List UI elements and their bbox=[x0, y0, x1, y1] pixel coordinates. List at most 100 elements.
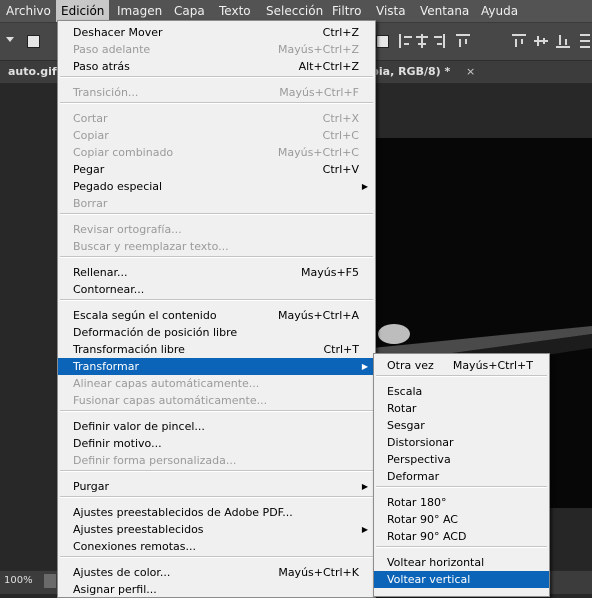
tool-preset-dropdown[interactable] bbox=[6, 37, 14, 42]
menu-item-label: Pegado especial bbox=[73, 180, 163, 193]
menu-vista[interactable]: Vista bbox=[371, 0, 411, 22]
submenu-item-rotar-90-acd[interactable]: Rotar 90° ACD bbox=[374, 528, 549, 545]
menu-item-fusionar-capas-automaticamente: Fusionar capas automáticamente... bbox=[58, 392, 375, 409]
submenu-item-label: Voltear horizontal bbox=[387, 556, 485, 569]
zoom-level[interactable]: 100% bbox=[4, 575, 33, 586]
submenu-item-voltear-vertical[interactable]: Voltear vertical bbox=[374, 571, 549, 588]
menu-ventana[interactable]: Ventana bbox=[415, 0, 474, 22]
submenu-item-rotar-90-ac[interactable]: Rotar 90° AC bbox=[374, 511, 549, 528]
menu-item-conexiones-remotas[interactable]: Conexiones remotas... bbox=[58, 538, 375, 555]
menu-item-label: Contornear... bbox=[73, 283, 145, 296]
menu-item-shortcut: Mayús+Ctrl+Z bbox=[278, 43, 359, 56]
menu-edicion[interactable]: Edición bbox=[56, 0, 110, 22]
submenu-arrow-icon: ▶ bbox=[361, 362, 368, 371]
menu-item-definir-motivo[interactable]: Definir motivo... bbox=[58, 435, 375, 452]
submenu-item-label: Rotar 180° bbox=[387, 496, 447, 509]
menu-item-deshacer-mover[interactable]: Deshacer Mover Ctrl+Z bbox=[58, 24, 375, 41]
menu-capa[interactable]: Capa bbox=[169, 0, 210, 22]
menu-item-paso-adelante: Paso adelante Mayús+Ctrl+Z bbox=[58, 41, 375, 58]
menu-item-paso-atras[interactable]: Paso atrás Alt+Ctrl+Z bbox=[58, 58, 375, 75]
menu-item-shortcut: Mayús+Ctrl+K bbox=[278, 566, 359, 579]
menu-item-transformacion-libre[interactable]: Transformación libre Ctrl+T bbox=[58, 341, 375, 358]
menu-item-borrar: Borrar bbox=[58, 195, 375, 212]
menu-item-definir-forma-personalizada: Definir forma personalizada... bbox=[58, 452, 375, 469]
submenu-item-label: Perspectiva bbox=[387, 453, 451, 466]
align-icons[interactable] bbox=[396, 32, 592, 50]
menu-item-label: Alinear capas automáticamente... bbox=[73, 377, 260, 390]
menu-separator bbox=[60, 496, 373, 498]
menu-item-label: Paso adelante bbox=[73, 43, 151, 56]
menu-item-pegado-especial[interactable]: Pegado especial ▶ bbox=[58, 178, 375, 195]
menu-item-alinear-capas-automaticamente: Alinear capas automáticamente... bbox=[58, 375, 375, 392]
menu-filtro[interactable]: Filtro bbox=[327, 0, 366, 22]
menu-item-ajustes-preestablecidos[interactable]: Ajustes preestablecidos ▶ bbox=[58, 521, 375, 538]
menu-item-definir-valor-de-pincel[interactable]: Definir valor de pincel... bbox=[58, 418, 375, 435]
menu-item-contornear[interactable]: Contornear... bbox=[58, 281, 375, 298]
menu-item-transicion: Transición... Mayús+Ctrl+F bbox=[58, 84, 375, 101]
menu-separator bbox=[60, 76, 373, 78]
submenu-item-voltear-horizontal[interactable]: Voltear horizontal bbox=[374, 554, 549, 571]
menu-separator bbox=[60, 556, 373, 558]
menu-item-shortcut: Ctrl+C bbox=[322, 129, 359, 142]
auto-select-checkbox[interactable] bbox=[27, 35, 40, 48]
menu-item-label: Definir motivo... bbox=[73, 437, 162, 450]
submenu-item-otra-vez[interactable]: Otra vez Mayús+Ctrl+T bbox=[374, 357, 549, 374]
menu-imagen[interactable]: Imagen bbox=[112, 0, 167, 22]
status-info-box[interactable] bbox=[44, 574, 56, 588]
menu-item-shortcut: Ctrl+X bbox=[322, 112, 359, 125]
menu-item-pegar[interactable]: Pegar Ctrl+V bbox=[58, 161, 375, 178]
menu-item-copiar-combinado: Copiar combinado Mayús+Ctrl+C bbox=[58, 144, 375, 161]
menu-separator bbox=[60, 256, 373, 258]
submenu-item-distorsionar[interactable]: Distorsionar bbox=[374, 434, 549, 451]
submenu-item-label: Rotar 90° AC bbox=[387, 513, 458, 526]
menu-item-label: Asignar perfil... bbox=[73, 583, 157, 596]
submenu-item-sesgar[interactable]: Sesgar bbox=[374, 417, 549, 434]
menu-item-escala-segun-el-contenido[interactable]: Escala según el contenido Mayús+Ctrl+A bbox=[58, 307, 375, 324]
submenu-item-label: Distorsionar bbox=[387, 436, 454, 449]
menu-item-buscar-y-reemplazar-texto: Buscar y reemplazar texto... bbox=[58, 238, 375, 255]
close-icon[interactable]: × bbox=[466, 61, 475, 83]
menu-separator bbox=[60, 213, 373, 215]
tab-active-document[interactable]: pia, RGB/8) * bbox=[371, 61, 450, 83]
submenu-item-rotar[interactable]: Rotar bbox=[374, 400, 549, 417]
menu-item-label: Escala según el contenido bbox=[73, 309, 217, 322]
menu-separator bbox=[60, 299, 373, 301]
submenu-item-escala[interactable]: Escala bbox=[374, 383, 549, 400]
menu-ayuda[interactable]: Ayuda bbox=[476, 0, 523, 22]
menu-item-label: Transición... bbox=[73, 86, 139, 99]
submenu-item-label: Rotar 90° ACD bbox=[387, 530, 467, 543]
menu-item-cortar: Cortar Ctrl+X bbox=[58, 110, 375, 127]
transform-controls-checkbox[interactable] bbox=[376, 35, 389, 48]
submenu-item-label: Escala bbox=[387, 385, 423, 398]
menu-item-rellenar[interactable]: Rellenar... Mayús+F5 bbox=[58, 264, 375, 281]
menu-item-ajustes-preestablecidos-de-adobe-pdf[interactable]: Ajustes preestablecidos de Adobe PDF... bbox=[58, 504, 375, 521]
menu-item-label: Rellenar... bbox=[73, 266, 128, 279]
menu-archivo[interactable]: Archivo bbox=[1, 0, 56, 22]
submenu-item-label: Rotar bbox=[387, 402, 417, 415]
menu-seleccion[interactable]: Selección bbox=[261, 0, 328, 22]
menu-item-purgar[interactable]: Purgar ▶ bbox=[58, 478, 375, 495]
submenu-item-deformar[interactable]: Deformar bbox=[374, 468, 549, 485]
menu-item-shortcut: Ctrl+T bbox=[323, 343, 359, 356]
menu-separator bbox=[60, 102, 373, 104]
menu-item-shortcut: Mayús+Ctrl+A bbox=[278, 309, 359, 322]
menu-item-label: Ajustes preestablecidos bbox=[73, 523, 204, 536]
tab-auto-gif[interactable]: auto.gif bbox=[8, 61, 57, 83]
menu-item-label: Fusionar capas automáticamente... bbox=[73, 394, 268, 407]
transform-submenu: Otra vez Mayús+Ctrl+T Escala Rotar Sesgar Dis… bbox=[373, 353, 550, 597]
menu-item-ajustes-de-color[interactable]: Ajustes de color... Mayús+Ctrl+K bbox=[58, 564, 375, 581]
menu-texto[interactable]: Texto bbox=[214, 0, 256, 22]
submenu-item-rotar-180[interactable]: Rotar 180° bbox=[374, 494, 549, 511]
submenu-item-perspectiva[interactable]: Perspectiva bbox=[374, 451, 549, 468]
menu-item-asignar-perfil[interactable]: Asignar perfil... bbox=[58, 581, 375, 598]
menu-item-label: Deshacer Mover bbox=[73, 26, 163, 39]
submenu-item-label: Deformar bbox=[387, 470, 440, 483]
submenu-item-label: Sesgar bbox=[387, 419, 425, 432]
menu-item-shortcut: Mayús+F5 bbox=[301, 266, 359, 279]
edit-menu-dropdown: Deshacer Mover Ctrl+Z Paso adelante Mayús+C… bbox=[57, 20, 376, 598]
menu-item-label: Ajustes de color... bbox=[73, 566, 171, 579]
menu-item-transformar[interactable]: Transformar ▶ bbox=[58, 358, 375, 375]
menu-item-label: Cortar bbox=[73, 112, 108, 125]
menu-item-deformacion-de-posicion-libre[interactable]: Deformación de posición libre bbox=[58, 324, 375, 341]
menu-separator bbox=[376, 546, 547, 548]
